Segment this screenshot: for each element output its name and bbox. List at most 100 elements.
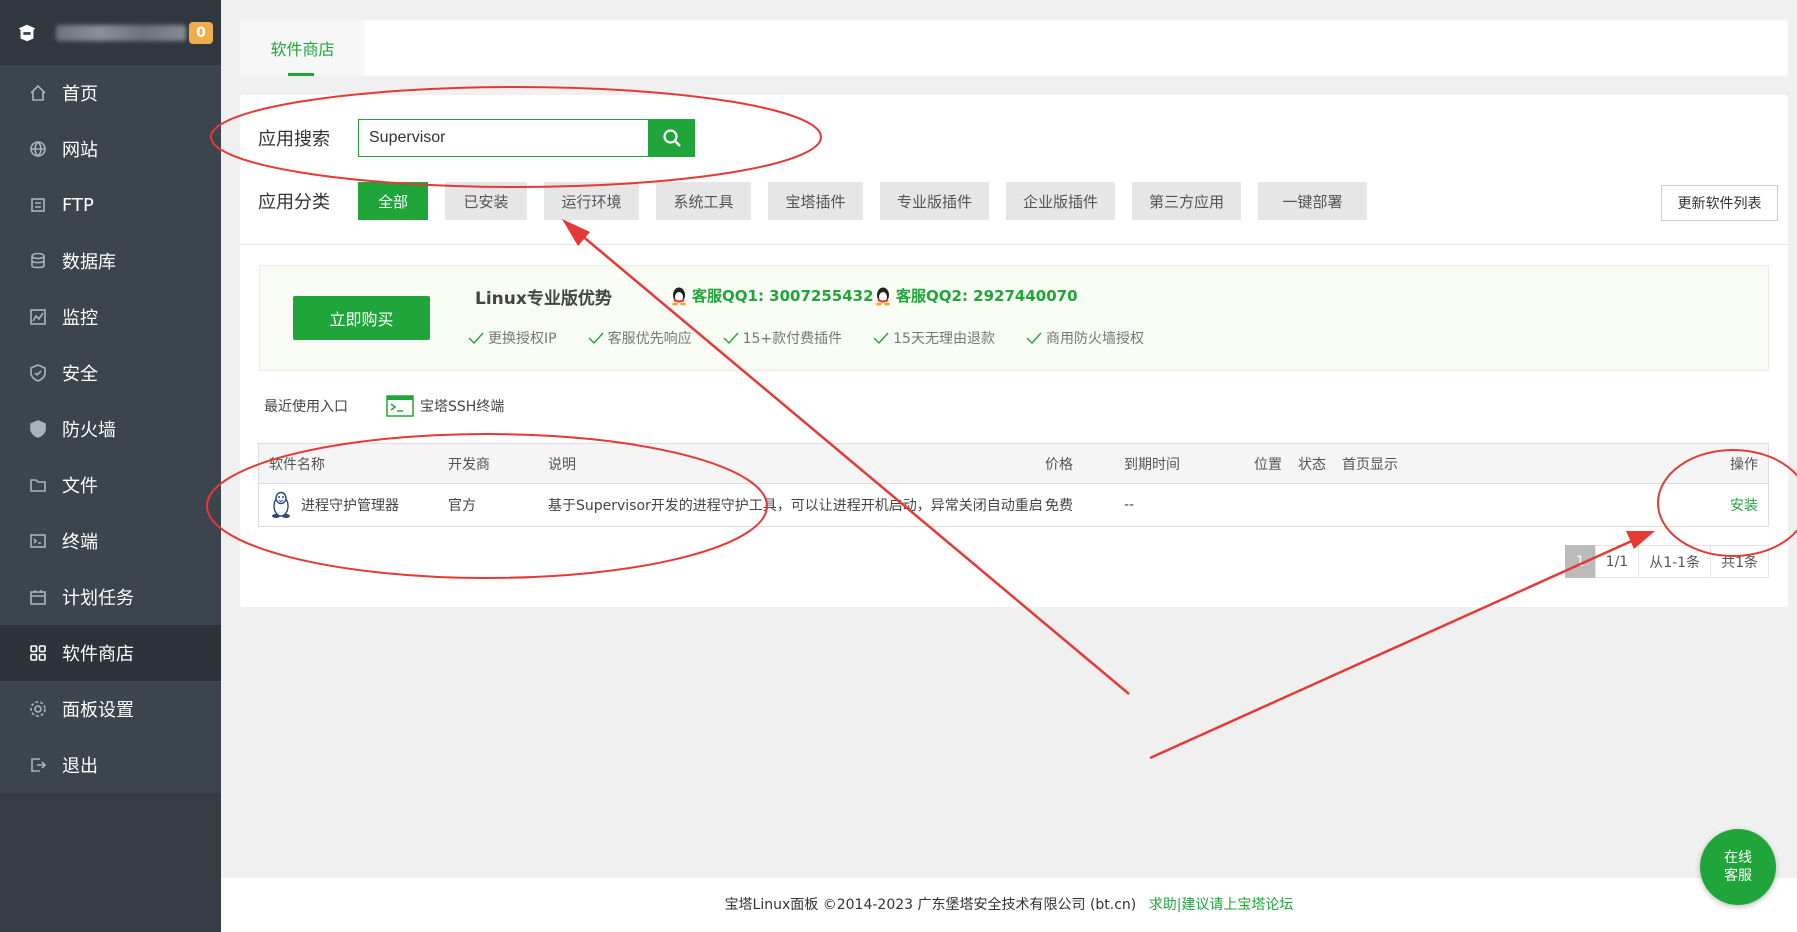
sidebar-item-label: 网站 [62,140,98,161]
category-system-tools[interactable]: 系统工具 [656,182,751,220]
feature-label: 15天无理由退款 [893,331,995,347]
recent-item-ssh-terminal[interactable]: 宝塔SSH终端 [386,395,504,417]
globe-icon [28,139,48,159]
qq2-contact[interactable]: 客服QQ2: 2927440070 [874,285,1078,306]
sidebar-item-label: FTP [62,194,94,216]
category-third-party[interactable]: 第三方应用 [1132,182,1241,220]
tab-active-indicator [288,73,314,76]
check-icon [1026,332,1042,344]
sidebar-item-software-store[interactable]: 软件商店 [0,625,221,681]
tab-label: 软件商店 [270,40,335,59]
col-operations: 操作 [1730,456,1758,473]
check-icon [588,332,604,344]
page-range: 从1-1条 [1638,545,1712,578]
sidebar-item-label: 首页 [62,84,98,105]
online-service-line2: 客服 [1724,868,1752,884]
refresh-software-list-button[interactable]: 更新软件列表 [1661,185,1778,221]
tab-bar: 软件商店 [240,20,1788,76]
col-name: 软件名称 [269,456,325,473]
qq1-label: 客服QQ1: 3007255432 [692,287,874,305]
sidebar-item-terminal[interactable]: 终端 [0,513,221,569]
qq1-contact[interactable]: 客服QQ1: 3007255432 [670,285,874,306]
category-row: 应用分类 全部 已安装 运行环境 系统工具 宝塔插件 专业版插件 企业版插件 第… [258,182,1778,221]
sidebar-footer [0,793,221,932]
category-runtime[interactable]: 运行环境 [544,182,639,220]
terminal-icon [28,531,48,551]
sidebar-item-home[interactable]: 首页 [0,65,221,121]
terminal-icon [386,395,414,417]
sidebar-item-ftp[interactable]: FTP [0,177,221,233]
sidebar-item-files[interactable]: 文件 [0,457,221,513]
col-price: 价格 [1045,456,1073,473]
buy-now-button[interactable]: 立即购买 [293,296,430,340]
pagination: 1 1/1 从1-1条 共1条 [1564,545,1769,578]
check-icon [723,332,739,344]
page-total: 1/1 [1594,545,1640,578]
firewall-icon [28,419,48,439]
sidebar-header: 0 [0,0,221,65]
category-all[interactable]: 全部 [358,182,428,220]
sidebar-item-label: 面板设置 [62,700,134,721]
sidebar-item-security[interactable]: 安全 [0,345,221,401]
recent-item-label: 宝塔SSH终端 [420,399,505,415]
price-cell: 免费 [1045,498,1073,514]
category-one-click-deploy[interactable]: 一键部署 [1258,182,1367,220]
check-icon [468,332,484,344]
store-panel: 应用搜索 应用分类 全部 已安装 运行环境 系统工具 宝塔插件 专业版插件 企业… [240,95,1788,607]
feature-item: 更换授权IP [468,328,557,348]
search-input[interactable] [358,119,648,157]
notification-badge[interactable]: 0 [189,22,213,44]
search-label: 应用搜索 [258,129,330,150]
feature-item: 客服优先响应 [588,328,692,348]
category-enterprise-plugins[interactable]: 企业版插件 [1006,182,1115,220]
forum-link[interactable]: 求助|建议请上宝塔论坛 [1149,897,1294,913]
bt-logo-icon [18,24,36,41]
feature-item: 15天无理由退款 [873,328,995,348]
pro-promo-banner: 立即购买 Linux专业版优势 客服QQ1: 3007255432 客服QQ2:… [259,265,1769,371]
sidebar-item-cron[interactable]: 计划任务 [0,569,221,625]
search-row: 应用搜索 [258,119,695,157]
sidebar-item-label: 终端 [62,532,98,553]
category-label: 应用分类 [258,192,330,213]
qq-penguin-icon [876,287,890,305]
sidebar-item-label: 计划任务 [62,588,134,609]
calendar-icon [28,587,48,607]
recent-entries: 最近使用入口 宝塔SSH终端 [264,395,504,417]
check-icon [873,332,889,344]
logout-icon [28,755,48,775]
software-name-cell: 进程守护管理器 [269,484,399,526]
category-bt-plugins[interactable]: 宝塔插件 [768,182,863,220]
sidebar-item-website[interactable]: 网站 [0,121,221,177]
divider [240,244,1788,245]
feature-label: 客服优先响应 [607,331,692,347]
sidebar-item-label: 软件商店 [62,644,134,665]
col-status: 状态 [1298,456,1326,473]
online-service-button[interactable]: 在线 客服 [1700,829,1776,905]
col-home-display: 首页显示 [1342,456,1398,473]
sidebar-item-firewall[interactable]: 防火墙 [0,401,221,457]
sidebar-item-monitor[interactable]: 监控 [0,289,221,345]
qq2-label: 客服QQ2: 2927440070 [896,287,1078,305]
database-icon [28,251,48,271]
shield-check-icon [28,363,48,383]
col-developer: 开发商 [448,456,490,473]
ftp-icon [28,195,48,215]
promo-title: Linux专业版优势 [475,289,612,309]
software-table: 软件名称 开发商 说明 价格 到期时间 位置 状态 首页显示 操作 进程守护管理… [258,443,1769,527]
col-position: 位置 [1254,456,1282,473]
search-button[interactable] [648,119,695,157]
category-pro-plugins[interactable]: 专业版插件 [880,182,989,220]
qq-penguin-icon [672,287,686,305]
page-count: 共1条 [1710,545,1769,578]
footer-copyright: 宝塔Linux面板 ©2014-2023 广东堡塔安全技术有限公司 (bt.cn… [724,897,1137,913]
install-button[interactable]: 安装 [1730,484,1758,526]
sidebar-item-settings[interactable]: 面板设置 [0,681,221,737]
monitor-icon [28,307,48,327]
tab-software-store[interactable]: 软件商店 [240,20,365,76]
page-current[interactable]: 1 [1564,545,1596,578]
home-icon [28,83,48,103]
feature-item: 15+款付费插件 [723,328,842,348]
category-installed[interactable]: 已安装 [445,182,527,220]
sidebar-item-logout[interactable]: 退出 [0,737,221,793]
sidebar-item-database[interactable]: 数据库 [0,233,221,289]
